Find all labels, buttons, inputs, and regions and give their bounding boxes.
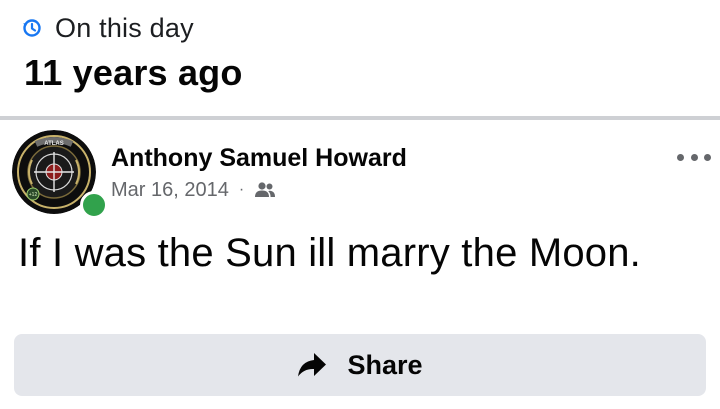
share-button[interactable]: Share	[14, 334, 706, 396]
clock-history-icon	[23, 19, 41, 37]
post-text: If I was the Sun ill marry the Moon.	[18, 231, 642, 275]
memory-row: On this day	[22, 10, 194, 46]
more-options-button[interactable]	[677, 148, 711, 166]
post-date[interactable]: Mar 16, 2014	[111, 179, 229, 202]
share-arrow-icon	[298, 353, 327, 377]
avatar-label: ATLAS	[44, 141, 64, 147]
meta-separator: ·	[238, 181, 245, 198]
avatar-container[interactable]: ATLAS +12	[12, 130, 108, 219]
author-name[interactable]: Anthony Samuel Howard	[111, 144, 407, 173]
friends-icon[interactable]	[254, 181, 276, 199]
years-ago-title: 11 years ago	[24, 52, 243, 93]
online-status-dot	[80, 191, 108, 219]
memory-label: On this day	[55, 12, 194, 43]
share-label: Share	[347, 349, 423, 380]
memory-header: On this day 11 years ago	[0, 0, 720, 120]
more-options-dot	[690, 153, 698, 161]
memory-post: ATLAS +12 Anthony Samuel Howard Mar 16, …	[0, 118, 720, 407]
post-meta: Mar 16, 2014 ·	[111, 177, 276, 203]
more-options-dot	[677, 153, 684, 161]
avatar-badge: +12	[29, 192, 38, 198]
more-options-dot	[704, 153, 711, 161]
